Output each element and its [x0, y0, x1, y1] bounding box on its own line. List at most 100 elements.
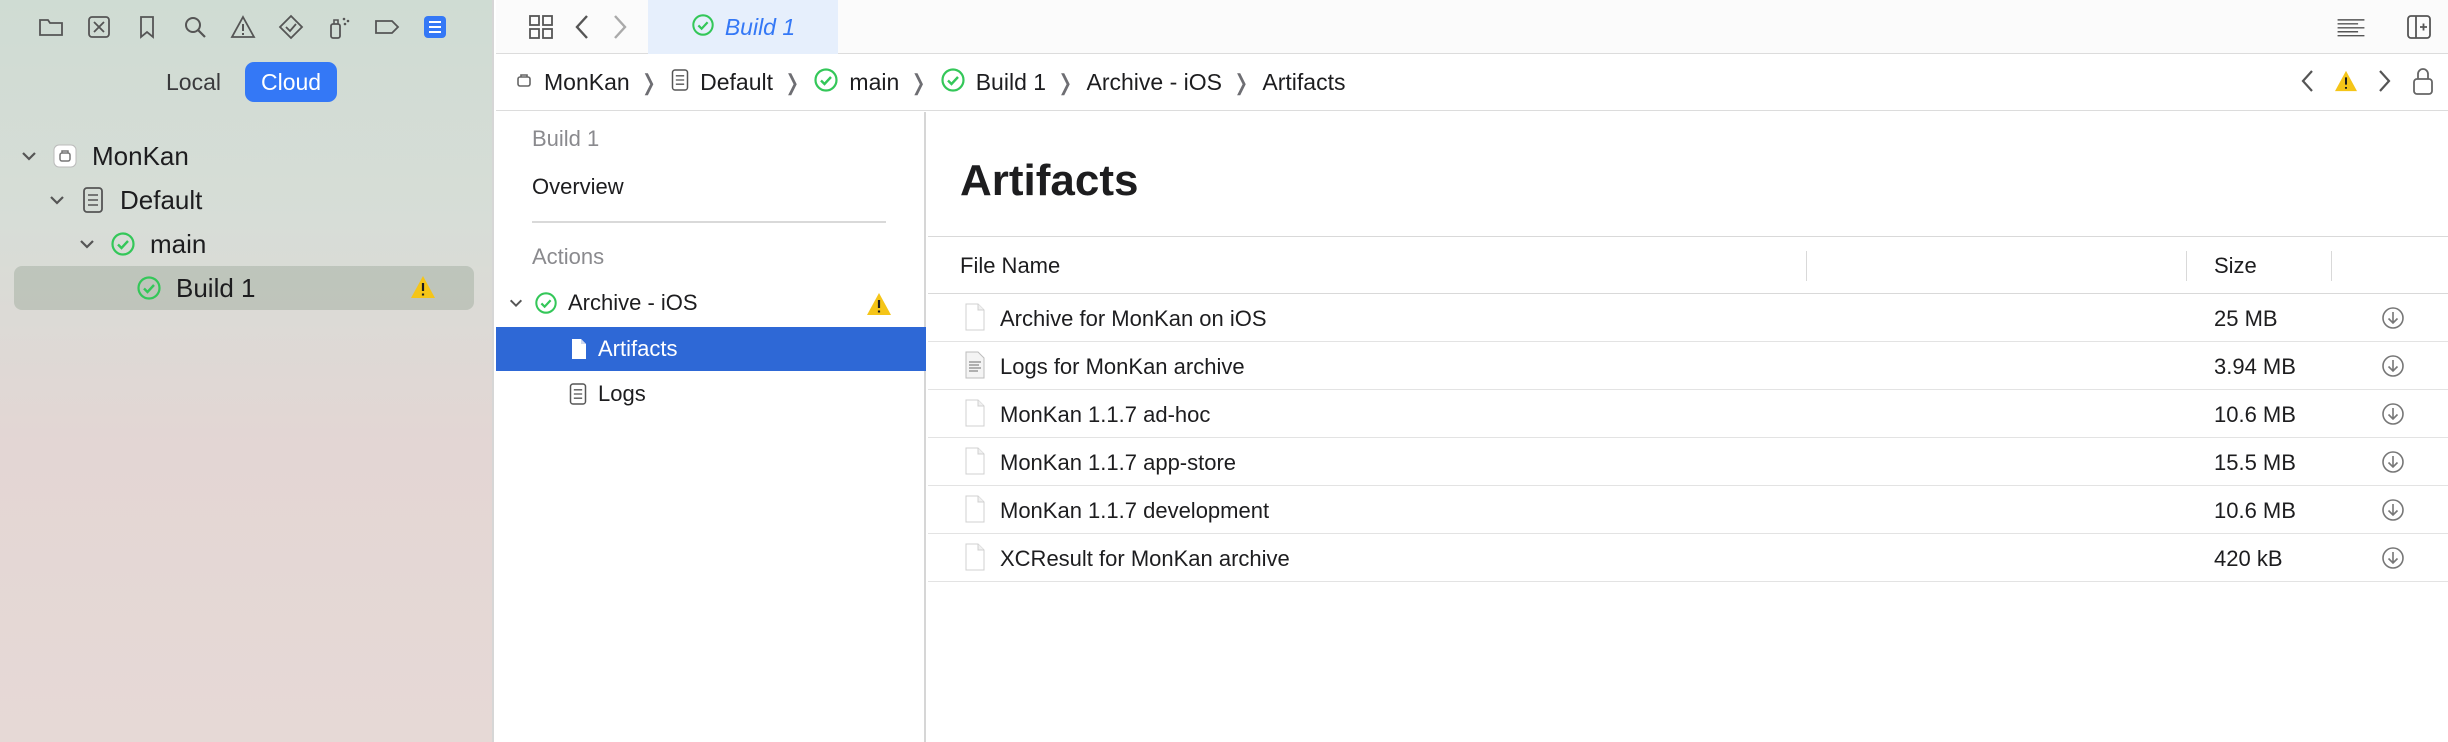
- previous-issue-icon[interactable]: [2300, 68, 2316, 99]
- file-size: 25 MB: [2214, 306, 2278, 331]
- breadcrumb-label: MonKan: [544, 69, 630, 95]
- grid-icon[interactable]: [526, 12, 556, 42]
- column-header-file-name[interactable]: File Name: [960, 253, 1060, 279]
- download-icon[interactable]: [2381, 450, 2405, 479]
- divider: [532, 221, 886, 223]
- cloud-build-tree: MonKan Default main Build 1: [0, 134, 494, 310]
- table-row[interactable]: MonKan 1.1.7 app-store 15.5 MB: [928, 438, 2448, 486]
- navigator-toolbar: [0, 0, 494, 54]
- file-icon: [570, 338, 588, 360]
- warning-icon[interactable]: [2334, 70, 2358, 97]
- project-navigator: Local Cloud MonKan Default main Build 1: [0, 0, 494, 742]
- outline-item-logs[interactable]: Logs: [496, 372, 926, 416]
- outline-item-artifacts[interactable]: Artifacts: [496, 327, 926, 371]
- breadcrumb: MonKan ❭ Default ❭ main ❭ Build 1 ❭ Arch…: [496, 55, 2448, 111]
- document-icon: [78, 185, 108, 215]
- forward-chevron-icon[interactable]: [604, 12, 634, 42]
- tab-build-1[interactable]: Build 1: [648, 0, 838, 54]
- folder-icon[interactable]: [36, 12, 66, 42]
- file-name: MonKan 1.1.7 development: [1000, 498, 1270, 523]
- column-header-size[interactable]: Size: [2214, 253, 2257, 279]
- breadcrumb-item-main[interactable]: main: [813, 67, 899, 99]
- file-name: MonKan 1.1.7 ad-hoc: [1000, 402, 1211, 427]
- report-outline: Build 1 Overview Actions Archive - iOS A…: [496, 112, 926, 742]
- tree-item-main[interactable]: main: [0, 222, 494, 266]
- column-divider: [2186, 251, 2187, 281]
- overview-item[interactable]: Overview: [532, 174, 624, 200]
- download-icon[interactable]: [2381, 306, 2405, 335]
- table-header: File Name Size: [928, 236, 2448, 294]
- file-icon: [964, 399, 986, 432]
- tree-item-monkan[interactable]: MonKan: [0, 134, 494, 178]
- lock-icon[interactable]: [2410, 65, 2436, 102]
- editor-options-icon[interactable]: [2336, 12, 2366, 42]
- issue-navigation: [2300, 55, 2448, 111]
- debug-spray-icon[interactable]: [324, 12, 354, 42]
- chevron-down-icon[interactable]: [76, 233, 98, 255]
- cloud-segment[interactable]: Cloud: [244, 62, 338, 102]
- breadcrumb-label: Artifacts: [1262, 69, 1346, 95]
- download-icon[interactable]: [2381, 354, 2405, 383]
- log-document-icon: [568, 382, 588, 406]
- column-divider: [1806, 251, 1807, 281]
- file-icon: [964, 303, 986, 336]
- product-icon: [514, 69, 534, 96]
- issue-warning-icon[interactable]: [228, 12, 258, 42]
- check-circle-icon: [940, 67, 966, 99]
- breadcrumb-item-monkan[interactable]: MonKan: [514, 69, 630, 96]
- table-row[interactable]: Logs for MonKan archive 3.94 MB: [928, 342, 2448, 390]
- table-row[interactable]: MonKan 1.1.7 ad-hoc 10.6 MB: [928, 390, 2448, 438]
- breadcrumb-label: Default: [700, 69, 773, 95]
- breadcrumb-item-build-1[interactable]: Build 1: [940, 67, 1046, 99]
- breadcrumb-separator: ❭: [782, 69, 802, 95]
- check-circle-icon: [134, 273, 164, 303]
- download-icon[interactable]: [2381, 498, 2405, 527]
- file-size: 15.5 MB: [2214, 450, 2296, 475]
- window-toolbar: Build 1: [496, 0, 2448, 54]
- tree-item-label: Build 1: [176, 272, 256, 303]
- file-icon: [964, 543, 986, 576]
- product-icon: [50, 141, 80, 171]
- chevron-down-icon[interactable]: [46, 189, 68, 211]
- chevron-down-icon[interactable]: [18, 145, 40, 167]
- warning-icon: [866, 292, 892, 322]
- next-issue-icon[interactable]: [2376, 68, 2392, 99]
- report-navigator-icon[interactable]: [420, 12, 450, 42]
- breadcrumb-item-archive-ios[interactable]: Archive - iOS: [1086, 69, 1221, 96]
- table-row[interactable]: MonKan 1.1.7 development 10.6 MB: [928, 486, 2448, 534]
- file-icon: [964, 495, 986, 528]
- file-name: Archive for MonKan on iOS: [1000, 306, 1267, 331]
- download-icon[interactable]: [2381, 546, 2405, 575]
- search-icon[interactable]: [180, 12, 210, 42]
- test-diamond-icon[interactable]: [276, 12, 306, 42]
- breadcrumb-item-artifacts[interactable]: Artifacts: [1262, 69, 1345, 96]
- table-row[interactable]: XCResult for MonKan archive 420 kB: [928, 534, 2448, 582]
- check-circle-icon: [813, 67, 839, 99]
- outline-item-label: Artifacts: [598, 336, 678, 361]
- back-chevron-icon[interactable]: [568, 12, 598, 42]
- tree-item-build-1[interactable]: Build 1: [14, 266, 474, 310]
- add-editor-icon[interactable]: [2404, 12, 2434, 42]
- column-divider: [2331, 251, 2332, 281]
- outline-item-label: Logs: [598, 381, 646, 406]
- source-control-icon[interactable]: [84, 12, 114, 42]
- tree-item-label: MonKan: [92, 140, 189, 171]
- file-size: 3.94 MB: [2214, 354, 2296, 379]
- breadcrumb-separator: ❭: [909, 69, 928, 95]
- actions-heading: Actions: [532, 244, 605, 269]
- build-heading: Build 1: [532, 126, 600, 151]
- breadcrumb-item-default[interactable]: Default: [670, 67, 773, 99]
- action-archive-ios[interactable]: Archive - iOS: [496, 281, 926, 325]
- bookmark-icon[interactable]: [132, 12, 162, 42]
- breakpoint-icon[interactable]: [372, 12, 402, 42]
- chevron-down-icon[interactable]: [508, 295, 530, 311]
- local-segment[interactable]: Local: [150, 62, 237, 102]
- warning-icon: [410, 275, 436, 306]
- tree-item-default[interactable]: Default: [0, 178, 494, 222]
- document-icon: [670, 67, 690, 99]
- file-icon: [964, 447, 986, 480]
- download-icon[interactable]: [2381, 402, 2405, 431]
- breadcrumb-separator: ❭: [1231, 69, 1251, 95]
- file-name: Logs for MonKan archive: [1000, 354, 1245, 379]
- table-row[interactable]: Archive for MonKan on iOS 25 MB: [928, 294, 2448, 342]
